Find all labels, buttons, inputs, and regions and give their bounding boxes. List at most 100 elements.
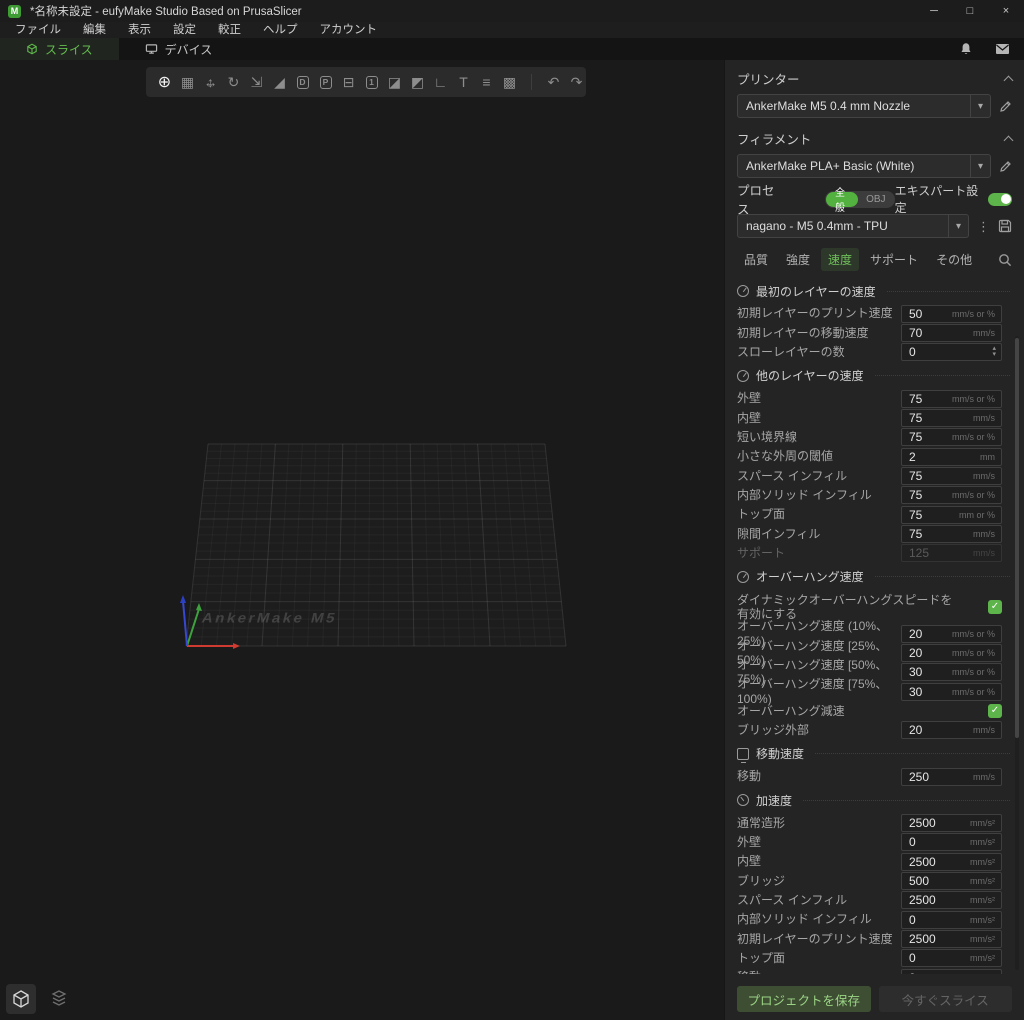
filament-select[interactable]: AnkerMake PLA+ Basic (White) ▾ bbox=[737, 154, 991, 178]
setting-input[interactable]: 70mm/s bbox=[901, 324, 1002, 342]
stepper-down-icon[interactable]: ▾ bbox=[992, 352, 996, 358]
edit-printer-pencil-icon[interactable] bbox=[999, 100, 1012, 113]
menu-item[interactable]: 編集 bbox=[72, 22, 117, 38]
organize-icon[interactable]: ▩ bbox=[501, 74, 518, 91]
setting-input[interactable]: 0mm/s² bbox=[901, 911, 1002, 929]
settings-tab[interactable]: 速度 bbox=[821, 248, 859, 271]
paste-icon[interactable]: P bbox=[317, 74, 334, 91]
process-section-title: プロセス bbox=[737, 180, 783, 218]
menu-item[interactable]: 表示 bbox=[117, 22, 162, 38]
scrollbar-thumb[interactable] bbox=[1015, 338, 1019, 738]
redo-icon[interactable]: ↷ bbox=[568, 74, 585, 91]
setting-input[interactable]: 75mm/s or % bbox=[901, 486, 1002, 504]
settings-tab[interactable]: その他 bbox=[929, 248, 979, 271]
setting-value: 70 bbox=[902, 326, 973, 340]
notifications-bell-icon[interactable] bbox=[959, 42, 973, 56]
viewport-3d[interactable]: AnkerMake M5 ⊕▦↔↕↻⇲◢DP⊟1◪◩∟T≡▩↶↷ bbox=[0, 60, 724, 1020]
seam-painting-icon[interactable]: ◩ bbox=[409, 74, 426, 91]
setting-input[interactable]: 30mm/s or % bbox=[901, 683, 1002, 701]
setting-input[interactable]: 20mm/s or % bbox=[901, 625, 1002, 643]
setting-input[interactable]: 500mm/s² bbox=[901, 872, 1002, 890]
scale-icon[interactable]: ⇲ bbox=[248, 74, 265, 91]
split-to-parts-badge: 1 bbox=[366, 76, 378, 89]
copy-icon[interactable]: D bbox=[294, 74, 311, 91]
search-icon[interactable] bbox=[998, 253, 1012, 267]
section-divider-line bbox=[803, 800, 1010, 801]
setting-input[interactable]: 2mm bbox=[901, 448, 1002, 466]
settings-tab[interactable]: 品質 bbox=[737, 248, 775, 271]
layers-view-button[interactable] bbox=[44, 984, 74, 1014]
checkbox[interactable]: ✓ bbox=[988, 600, 1002, 614]
setting-input[interactable]: 0▴▾ bbox=[901, 343, 1002, 361]
model-view-button[interactable] bbox=[6, 984, 36, 1014]
setting-input[interactable]: 75mm/s bbox=[901, 525, 1002, 543]
preset-menu-kebab-icon[interactable]: ⋮ bbox=[977, 220, 990, 233]
setting-input[interactable]: 20mm/s bbox=[901, 721, 1002, 739]
slice-now-button[interactable]: 今すぐスライス bbox=[879, 986, 1013, 1012]
maximize-button[interactable]: □ bbox=[952, 0, 988, 22]
move-icon[interactable]: ↔↕ bbox=[202, 74, 219, 91]
setting-input[interactable]: 0mm/s² bbox=[901, 833, 1002, 851]
mail-icon[interactable] bbox=[995, 43, 1010, 55]
stepper-arrows[interactable]: ▴▾ bbox=[992, 346, 1001, 358]
arrange-icon[interactable]: ▦ bbox=[179, 74, 196, 91]
save-project-button[interactable]: プロジェクトを保存 bbox=[737, 986, 871, 1012]
menu-item[interactable]: 設定 bbox=[162, 22, 207, 38]
setting-input[interactable]: 2500mm/s² bbox=[901, 853, 1002, 871]
tab-device[interactable]: デバイス bbox=[119, 38, 239, 60]
printer-select[interactable]: AnkerMake M5 0.4 mm Nozzle ▾ bbox=[737, 94, 991, 118]
edit-filament-pencil-icon[interactable] bbox=[999, 160, 1012, 173]
setting-input[interactable]: 2500mm/s² bbox=[901, 930, 1002, 948]
scope-toggle[interactable]: 全般 OBJ bbox=[825, 191, 895, 208]
dropdown-caret-icon[interactable]: ▾ bbox=[970, 155, 990, 177]
setting-input[interactable]: 50mm/s or % bbox=[901, 305, 1002, 323]
setting-input[interactable]: 30mm/s or % bbox=[901, 663, 1002, 681]
setting-input[interactable]: 75mm or % bbox=[901, 506, 1002, 524]
setting-input[interactable]: 75mm/s bbox=[901, 467, 1002, 485]
panel-scrollbar[interactable] bbox=[1015, 336, 1019, 970]
process-preset-select[interactable]: nagano - M5 0.4mm - TPU ▾ bbox=[737, 214, 969, 238]
save-preset-floppy-icon[interactable] bbox=[998, 219, 1012, 233]
menu-item[interactable]: アカウント bbox=[309, 22, 389, 38]
scope-object-option[interactable]: OBJ bbox=[858, 194, 893, 205]
filament-section-header: フィラメント bbox=[737, 128, 1012, 148]
dropdown-caret-icon[interactable]: ▾ bbox=[970, 95, 990, 117]
minimize-button[interactable]: ─ bbox=[916, 0, 952, 22]
setting-input[interactable]: 0mm/s² bbox=[901, 949, 1002, 967]
checkbox[interactable]: ✓ bbox=[988, 704, 1002, 718]
setting-input[interactable]: 75mm/s or % bbox=[901, 390, 1002, 408]
undo-icon[interactable]: ↶ bbox=[545, 74, 562, 91]
menu-item[interactable]: ヘルプ bbox=[252, 22, 309, 38]
settings-tab[interactable]: サポート bbox=[863, 248, 925, 271]
expert-settings-toggle[interactable] bbox=[988, 193, 1012, 206]
scope-global-option[interactable]: 全般 bbox=[826, 192, 858, 207]
split-to-parts-icon[interactable]: 1 bbox=[363, 74, 380, 91]
variable-layer-height-icon[interactable]: ≡ bbox=[478, 74, 495, 91]
setting-row: 隙間インフィル75mm/s bbox=[737, 524, 1012, 543]
tab-slice[interactable]: スライス bbox=[0, 38, 119, 60]
rotate-icon[interactable]: ↻ bbox=[225, 74, 242, 91]
close-button[interactable]: × bbox=[988, 0, 1024, 22]
unit-label: mm/s² bbox=[970, 837, 1001, 847]
collapse-chevron-icon[interactable] bbox=[1004, 75, 1014, 85]
dropdown-caret-icon[interactable]: ▾ bbox=[948, 215, 968, 237]
menu-item[interactable]: 較正 bbox=[207, 22, 252, 38]
add-icon[interactable]: ⊕ bbox=[156, 74, 173, 91]
text-icon[interactable]: T bbox=[455, 74, 472, 91]
setting-input[interactable]: 2500mm/s² bbox=[901, 891, 1002, 909]
collapse-chevron-icon[interactable] bbox=[1004, 135, 1014, 145]
setting-input[interactable]: 75mm/s or % bbox=[901, 428, 1002, 446]
app-logo: M bbox=[8, 5, 21, 18]
setting-input[interactable]: 250mm/s bbox=[901, 768, 1002, 786]
place-on-face-icon[interactable]: ◢ bbox=[271, 74, 288, 91]
setting-input[interactable]: 2500mm/s² bbox=[901, 814, 1002, 832]
settings-tab[interactable]: 強度 bbox=[779, 248, 817, 271]
setting-input[interactable]: 75mm/s bbox=[901, 409, 1002, 427]
setting-input[interactable]: 0mm/s² bbox=[901, 969, 1002, 974]
setting-input[interactable]: 20mm/s or % bbox=[901, 644, 1002, 662]
move-icon bbox=[737, 748, 749, 760]
split-to-objects-icon[interactable]: ⊟ bbox=[340, 74, 357, 91]
measure-icon[interactable]: ∟ bbox=[432, 74, 449, 91]
menu-item[interactable]: ファイル bbox=[4, 22, 72, 38]
support-painting-icon[interactable]: ◪ bbox=[386, 74, 403, 91]
